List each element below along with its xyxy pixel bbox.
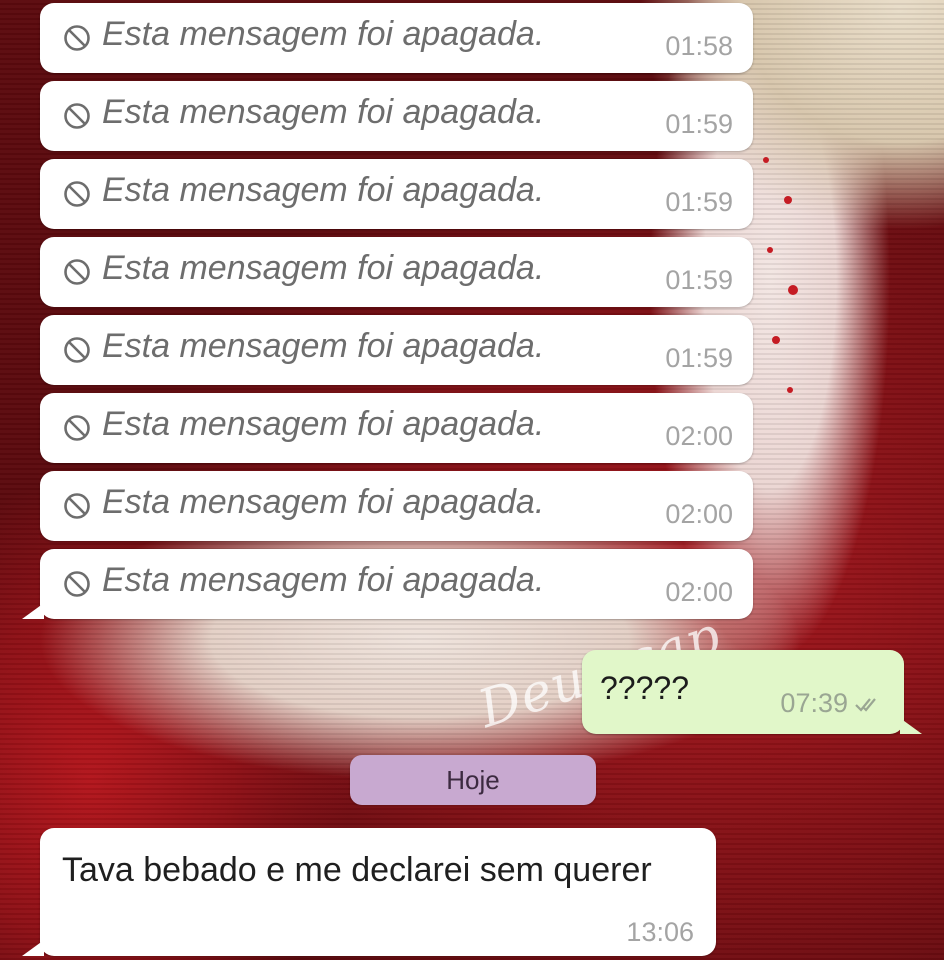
deleted-message-text: Esta mensagem foi apagada. xyxy=(102,15,545,53)
deleted-message-bubble[interactable]: Esta mensagem foi apagada. 01:59 xyxy=(40,81,753,151)
outgoing-message-bubble[interactable]: ????? 07:39 xyxy=(582,650,922,734)
date-separator: Hoje xyxy=(350,755,596,805)
wallpaper-pattern xyxy=(763,157,798,393)
incoming-message-text: Tava bebado e me declarei sem querer xyxy=(62,851,652,889)
bubble-tail xyxy=(22,603,44,619)
message-timestamp: 01:59 xyxy=(665,343,733,373)
deleted-message-text: Esta mensagem foi apagada. xyxy=(102,171,545,209)
deleted-message-bubble[interactable]: Esta mensagem foi apagada. 01:59 xyxy=(40,159,753,229)
deleted-message-text: Esta mensagem foi apagada. xyxy=(102,483,545,521)
message-timestamp: 02:00 xyxy=(665,499,733,529)
bubble-tail xyxy=(22,940,44,956)
deleted-message-text: Esta mensagem foi apagada. xyxy=(102,561,545,599)
message-timestamp: 01:59 xyxy=(665,109,733,139)
message-timestamp: 01:59 xyxy=(665,265,733,295)
deleted-message-bubble[interactable]: Esta mensagem foi apagada. 02:00 xyxy=(22,549,753,619)
outgoing-message-text: ????? xyxy=(600,670,689,706)
blocked-circle-icon xyxy=(64,493,90,519)
deleted-message-text: Esta mensagem foi apagada. xyxy=(102,327,545,365)
blocked-circle-icon xyxy=(64,571,90,597)
blocked-circle-icon xyxy=(64,103,90,129)
message-timestamp: 01:58 xyxy=(665,31,733,61)
blocked-circle-icon xyxy=(64,181,90,207)
message-timestamp: 07:39 xyxy=(780,688,848,718)
deleted-message-bubble[interactable]: Esta mensagem foi apagada. 01:59 xyxy=(40,315,753,385)
blocked-circle-icon xyxy=(64,259,90,285)
deleted-message-bubble[interactable]: Esta mensagem foi apagada. 02:00 xyxy=(40,393,753,463)
message-timestamp: 02:00 xyxy=(665,421,733,451)
deleted-message-text: Esta mensagem foi apagada. xyxy=(102,249,545,287)
deleted-message-text: Esta mensagem foi apagada. xyxy=(102,93,545,131)
deleted-message-text: Esta mensagem foi apagada. xyxy=(102,405,545,443)
blocked-circle-icon xyxy=(64,415,90,441)
double-check-icon xyxy=(855,697,876,712)
blocked-circle-icon xyxy=(64,25,90,51)
deleted-message-bubble[interactable]: Esta mensagem foi apagada. 02:00 xyxy=(40,471,753,541)
message-timestamp: 13:06 xyxy=(626,917,694,947)
message-timestamp: 01:59 xyxy=(665,187,733,217)
deleted-message-bubble[interactable]: Esta mensagem foi apagada. 01:58 xyxy=(40,3,753,73)
message-timestamp: 02:00 xyxy=(665,577,733,607)
date-separator-label: Hoje xyxy=(446,765,500,795)
bubble-tail xyxy=(900,718,922,734)
message-meta: 07:39 xyxy=(780,688,884,719)
incoming-message-bubble[interactable]: Tava bebado e me declarei sem querer 13:… xyxy=(22,828,716,956)
deleted-message-bubble[interactable]: Esta mensagem foi apagada. 01:59 xyxy=(40,237,753,307)
blocked-circle-icon xyxy=(64,337,90,363)
